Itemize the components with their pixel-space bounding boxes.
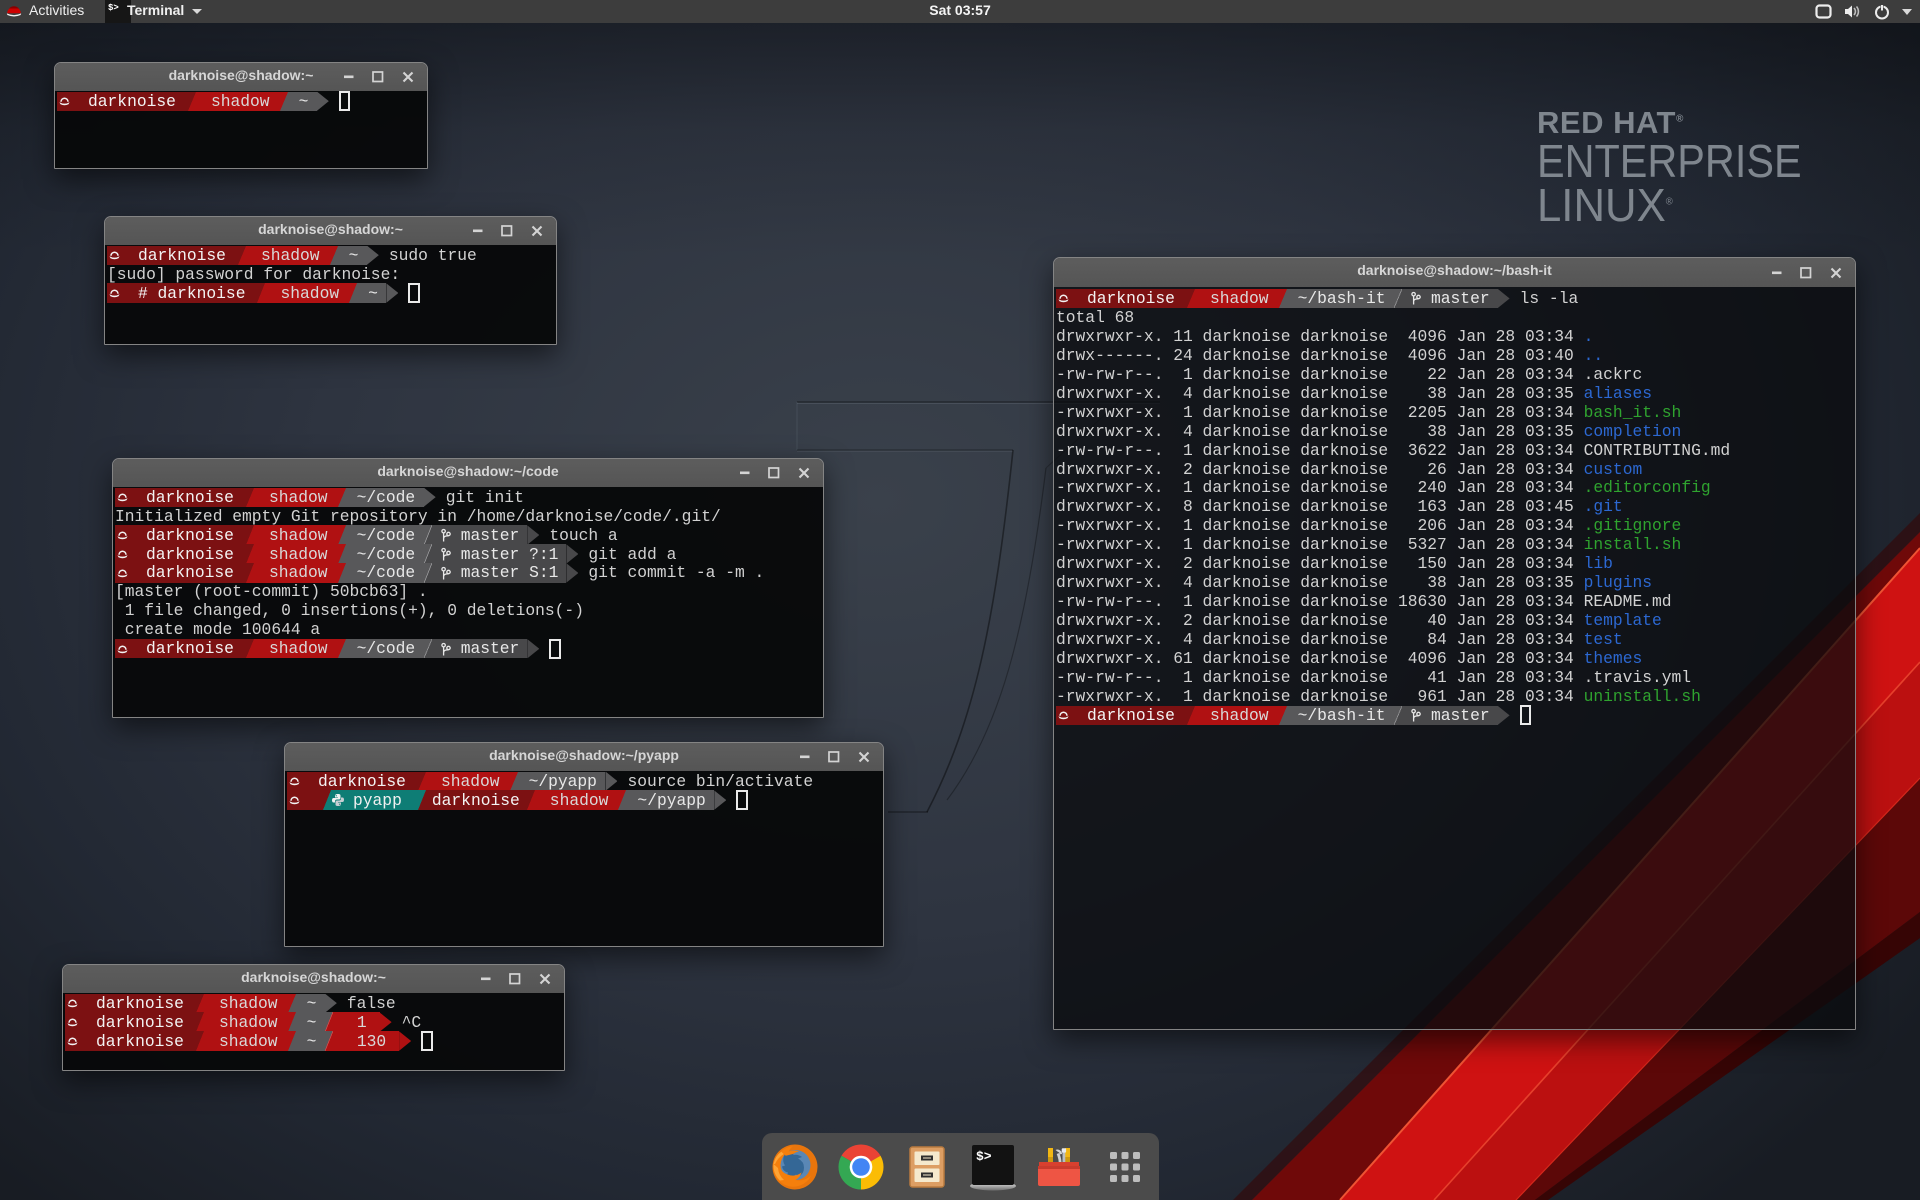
svg-text:$>: $> [976,1149,992,1164]
